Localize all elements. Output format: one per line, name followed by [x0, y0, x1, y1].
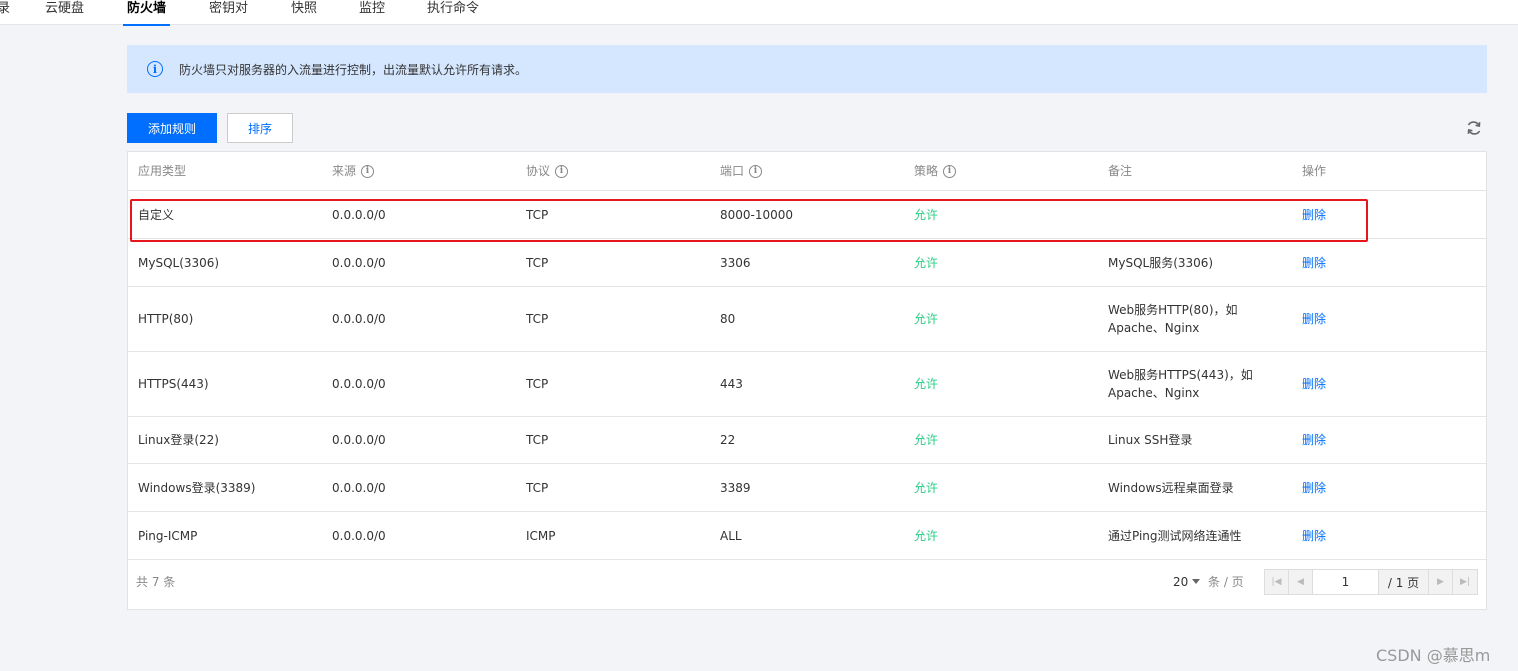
- page-size-select[interactable]: 20: [1173, 573, 1201, 591]
- header-protocol: 协议 i: [526, 152, 569, 190]
- top-tab-bar: 录 云硬盘 防火墙 密钥对 快照 监控 执行命令: [0, 0, 1518, 26]
- cell-remark: Linux SSH登录: [1108, 433, 1193, 447]
- per-page-label: 条 / 页: [1208, 575, 1244, 589]
- cell-source: 0.0.0.0/0: [332, 433, 386, 447]
- cell-source: 0.0.0.0/0: [332, 255, 386, 270]
- cell-policy: 允许: [914, 207, 939, 222]
- last-page-icon[interactable]: ▶|: [1453, 570, 1477, 594]
- delete-link[interactable]: 删除: [1302, 287, 1326, 351]
- cell-type: HTTPS(443): [138, 377, 209, 391]
- cell-policy: 允许: [914, 377, 939, 391]
- cell-type: MySQL(3306): [138, 255, 220, 270]
- table-row: Ping-ICMP 0.0.0.0/0 ICMP ALL 允许 通过Ping测试…: [128, 512, 1486, 560]
- cell-remark: 通过Ping测试网络连通性: [1108, 528, 1242, 543]
- header-policy: 策略 i: [914, 152, 957, 190]
- tab-firewall[interactable]: 防火墙: [122, 0, 171, 26]
- cell-source: 0.0.0.0/0: [332, 377, 386, 391]
- cell-port: 3306: [720, 255, 751, 270]
- first-page-icon[interactable]: |◀: [1265, 570, 1289, 594]
- table-row: HTTPS(443) 0.0.0.0/0 TCP 443 允许 Web服务HTT…: [128, 352, 1486, 417]
- cell-policy: 允许: [914, 480, 939, 495]
- next-page-icon[interactable]: ▶: [1429, 570, 1453, 594]
- cell-protocol: TCP: [526, 480, 549, 495]
- cell-port: 80: [720, 312, 736, 326]
- cell-type: Windows登录(3389): [138, 480, 256, 495]
- table-row: Linux登录(22) 0.0.0.0/0 TCP 22 允许 Linux SS…: [128, 417, 1486, 464]
- table-row: 自定义 0.0.0.0/0 TCP 8000-10000 允许 删除: [128, 191, 1486, 239]
- notice-text: 防火墙只对服务器的入流量进行控制，出流量默认允许所有请求。: [179, 62, 528, 77]
- cell-port: 3389: [720, 480, 751, 495]
- total-pages: / 1 页: [1379, 570, 1429, 594]
- tab-key-pair[interactable]: 密钥对: [209, 0, 248, 25]
- cell-port: 443: [720, 377, 743, 391]
- source-help-icon[interactable]: i: [361, 164, 375, 178]
- cell-protocol: TCP: [526, 255, 549, 270]
- prev-page-icon[interactable]: ◀: [1289, 570, 1313, 594]
- pagination: |◀ ◀ / 1 页 ▶ ▶|: [1264, 569, 1478, 595]
- cell-policy: 允许: [914, 255, 939, 270]
- table-footer: 共 7 条 20 条 / 页 |◀ ◀ / 1 页 ▶ ▶|: [128, 560, 1486, 610]
- table-header-row: 应用类型 来源 i 协议 i 端口 i 策略 i 备注 操作: [128, 152, 1486, 191]
- cell-remark: Windows远程桌面登录: [1108, 480, 1234, 495]
- protocol-help-icon[interactable]: i: [555, 164, 569, 178]
- table-row: HTTP(80) 0.0.0.0/0 TCP 80 允许 Web服务HTTP(8…: [128, 287, 1486, 352]
- page-size-value: 20: [1173, 575, 1189, 589]
- header-remark: 备注: [1108, 164, 1133, 178]
- cell-type: 自定义: [138, 207, 175, 222]
- delete-link[interactable]: 删除: [1302, 352, 1326, 416]
- cell-remark: [1108, 191, 1258, 238]
- cell-source: 0.0.0.0/0: [332, 207, 386, 222]
- page-number-input[interactable]: [1313, 570, 1379, 594]
- cell-protocol: ICMP: [526, 528, 556, 543]
- port-help-icon[interactable]: i: [749, 164, 763, 178]
- header-port: 端口 i: [720, 152, 763, 190]
- watermark: CSDN @慕思m: [1376, 646, 1491, 665]
- cell-source: 0.0.0.0/0: [332, 480, 386, 495]
- header-action: 操作: [1302, 164, 1327, 178]
- refresh-icon[interactable]: [1465, 119, 1483, 137]
- policy-help-icon[interactable]: i: [943, 164, 957, 178]
- tab-snapshot[interactable]: 快照: [291, 0, 317, 25]
- total-count: 共 7 条: [136, 575, 176, 589]
- tab-execute-command[interactable]: 执行命令: [427, 0, 479, 25]
- cell-protocol: TCP: [526, 312, 549, 326]
- tab-partial-first[interactable]: 录: [0, 0, 10, 25]
- cell-port: 8000-10000: [720, 207, 794, 222]
- cell-protocol: TCP: [526, 207, 549, 222]
- cell-policy: 允许: [914, 312, 939, 326]
- cell-protocol: TCP: [526, 433, 549, 447]
- cell-policy: 允许: [914, 528, 939, 543]
- header-source: 来源 i: [332, 152, 375, 190]
- cell-port: ALL: [720, 528, 742, 543]
- info-icon: i: [147, 61, 163, 77]
- delete-link[interactable]: 删除: [1302, 239, 1326, 286]
- cell-policy: 允许: [914, 433, 939, 447]
- cell-protocol: TCP: [526, 377, 549, 391]
- add-rule-button[interactable]: 添加规则: [127, 113, 217, 143]
- tab-cloud-disk[interactable]: 云硬盘: [45, 0, 84, 25]
- table-row: Windows登录(3389) 0.0.0.0/0 TCP 3389 允许 Wi…: [128, 464, 1486, 512]
- cell-remark: Web服务HTTPS(443)，如 Apache、Nginx: [1108, 368, 1253, 400]
- delete-link[interactable]: 删除: [1302, 512, 1326, 559]
- firewall-rules-table: 应用类型 来源 i 协议 i 端口 i 策略 i 备注 操作 自定义 0.0.0.0/0…: [127, 151, 1487, 610]
- cell-remark: MySQL服务(3306): [1108, 255, 1214, 270]
- cell-type: HTTP(80): [138, 312, 194, 326]
- cell-source: 0.0.0.0/0: [332, 528, 386, 543]
- delete-link[interactable]: 删除: [1302, 417, 1326, 463]
- cell-port: 22: [720, 433, 736, 447]
- delete-link[interactable]: 删除: [1302, 464, 1326, 511]
- cell-type: Linux登录(22): [138, 433, 219, 447]
- cell-remark: Web服务HTTP(80)，如 Apache、Nginx: [1108, 303, 1238, 335]
- notice-banner: i 防火墙只对服务器的入流量进行控制，出流量默认允许所有请求。: [127, 45, 1487, 93]
- sort-button[interactable]: 排序: [227, 113, 293, 143]
- cell-type: Ping-ICMP: [138, 528, 198, 543]
- tab-monitor[interactable]: 监控: [359, 0, 385, 25]
- delete-link[interactable]: 删除: [1302, 191, 1326, 238]
- cell-source: 0.0.0.0/0: [332, 312, 386, 326]
- header-app-type: 应用类型: [138, 164, 187, 178]
- table-row: MySQL(3306) 0.0.0.0/0 TCP 3306 允许 MySQL服…: [128, 239, 1486, 287]
- caret-down-icon: [1192, 579, 1201, 584]
